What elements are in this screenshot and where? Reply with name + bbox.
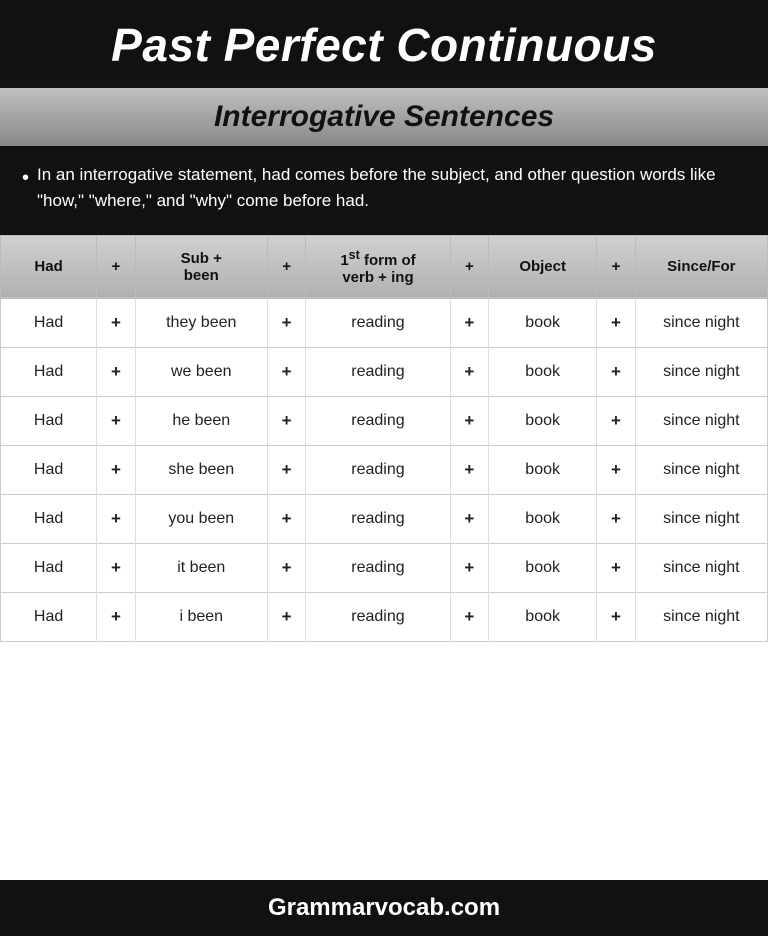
col-header-plus3: + xyxy=(450,235,488,298)
table-cell: book xyxy=(489,347,597,396)
table-cell: + xyxy=(450,592,488,641)
table-cell: + xyxy=(450,396,488,445)
page-title: Past Perfect Continuous xyxy=(20,18,748,72)
table-cell: reading xyxy=(306,494,450,543)
table-cell: since night xyxy=(635,543,767,592)
table-container: Had + Sub +been + 1st form ofverb + ing … xyxy=(0,235,768,880)
table-cell: + xyxy=(97,347,135,396)
table-cell: + xyxy=(450,494,488,543)
table-cell: reading xyxy=(306,543,450,592)
page-header: Past Perfect Continuous xyxy=(0,0,768,88)
col-header-verb: 1st form ofverb + ing xyxy=(306,235,450,298)
col-header-plus4: + xyxy=(597,235,635,298)
table-cell: Had xyxy=(1,347,97,396)
table-cell: + xyxy=(450,298,488,347)
table-cell: + xyxy=(97,543,135,592)
table-body: Had+they been+reading+book+since nightHa… xyxy=(1,298,768,641)
table-cell: + xyxy=(597,543,635,592)
table-cell: + xyxy=(97,494,135,543)
table-row: Had+i been+reading+book+since night xyxy=(1,592,768,641)
table-cell: + xyxy=(597,396,635,445)
table-row: Had+you been+reading+book+since night xyxy=(1,494,768,543)
table-cell: since night xyxy=(635,592,767,641)
table-cell: + xyxy=(597,592,635,641)
col-header-object: Object xyxy=(489,235,597,298)
table-row: Had+they been+reading+book+since night xyxy=(1,298,768,347)
table-cell: + xyxy=(97,592,135,641)
table-cell: + xyxy=(267,494,305,543)
table-row: Had+he been+reading+book+since night xyxy=(1,396,768,445)
table-cell: + xyxy=(97,396,135,445)
table-cell: + xyxy=(597,445,635,494)
table-cell: book xyxy=(489,396,597,445)
table-cell: since night xyxy=(635,298,767,347)
table-cell: + xyxy=(97,298,135,347)
table-cell: you been xyxy=(135,494,267,543)
table-cell: + xyxy=(267,543,305,592)
table-cell: reading xyxy=(306,592,450,641)
table-cell: book xyxy=(489,543,597,592)
table-cell: since night xyxy=(635,494,767,543)
table-cell: reading xyxy=(306,347,450,396)
table-header-row: Had + Sub +been + 1st form ofverb + ing … xyxy=(1,235,768,298)
table-cell: Had xyxy=(1,396,97,445)
table-cell: since night xyxy=(635,347,767,396)
col-header-plus1: + xyxy=(97,235,135,298)
page-footer: Grammarvocab.com xyxy=(0,880,768,936)
table-cell: they been xyxy=(135,298,267,347)
table-cell: she been xyxy=(135,445,267,494)
table-row: Had+we been+reading+book+since night xyxy=(1,347,768,396)
col-header-plus2: + xyxy=(267,235,305,298)
table-cell: Had xyxy=(1,494,97,543)
table-cell: reading xyxy=(306,445,450,494)
table-cell: + xyxy=(450,347,488,396)
table-cell: + xyxy=(267,592,305,641)
description-text: In an interrogative statement, had comes… xyxy=(37,162,746,215)
col-header-sub: Sub +been xyxy=(135,235,267,298)
table-cell: + xyxy=(267,445,305,494)
table-cell: + xyxy=(97,445,135,494)
table-row: Had+she been+reading+book+since night xyxy=(1,445,768,494)
table-cell: since night xyxy=(635,396,767,445)
table-cell: it been xyxy=(135,543,267,592)
col-header-sincefor: Since/For xyxy=(635,235,767,298)
table-cell: book xyxy=(489,445,597,494)
table-cell: + xyxy=(267,298,305,347)
table-cell: we been xyxy=(135,347,267,396)
table-cell: reading xyxy=(306,396,450,445)
bullet-dot: • xyxy=(22,163,29,215)
table-cell: + xyxy=(450,543,488,592)
table-cell: + xyxy=(267,396,305,445)
table-cell: he been xyxy=(135,396,267,445)
description-bullet: • In an interrogative statement, had com… xyxy=(22,162,746,215)
table-cell: since night xyxy=(635,445,767,494)
table-cell: Had xyxy=(1,592,97,641)
table-cell: + xyxy=(597,347,635,396)
table-cell: reading xyxy=(306,298,450,347)
description-section: • In an interrogative statement, had com… xyxy=(0,146,768,235)
table-cell: Had xyxy=(1,543,97,592)
table-row: Had+it been+reading+book+since night xyxy=(1,543,768,592)
conjugation-table: Had + Sub +been + 1st form ofverb + ing … xyxy=(0,235,768,642)
subtitle-text: Interrogative Sentences xyxy=(10,100,758,134)
table-cell: book xyxy=(489,494,597,543)
table-cell: Had xyxy=(1,445,97,494)
table-cell: + xyxy=(597,494,635,543)
table-cell: Had xyxy=(1,298,97,347)
table-cell: + xyxy=(267,347,305,396)
table-cell: book xyxy=(489,298,597,347)
table-cell: book xyxy=(489,592,597,641)
table-cell: + xyxy=(597,298,635,347)
table-cell: i been xyxy=(135,592,267,641)
footer-text: Grammarvocab.com xyxy=(268,894,500,921)
subtitle-bar: Interrogative Sentences xyxy=(0,88,768,146)
col-header-had: Had xyxy=(1,235,97,298)
table-cell: + xyxy=(450,445,488,494)
